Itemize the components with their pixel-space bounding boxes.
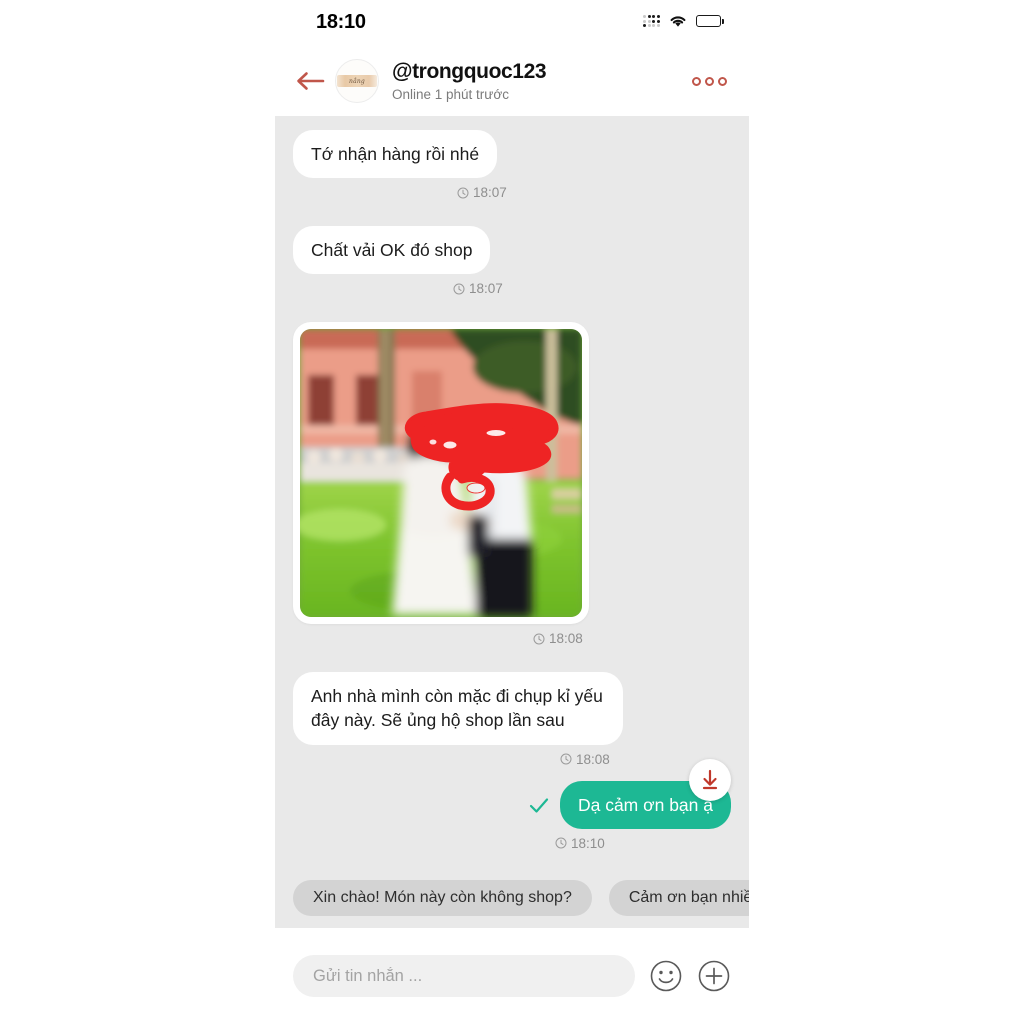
message-timestamp: 18:07 bbox=[275, 281, 749, 296]
quick-reply-bar[interactable]: Xin chào! Món này còn không shop? Cảm ơn… bbox=[275, 880, 749, 928]
avatar-text: nắng bbox=[349, 77, 365, 85]
back-arrow-icon[interactable] bbox=[293, 66, 327, 96]
message-row-incoming: Tớ nhận hàng rồi nhé bbox=[275, 130, 749, 179]
plus-circle-icon[interactable] bbox=[697, 959, 731, 993]
timestamp-text: 18:10 bbox=[571, 835, 605, 851]
header-text-block: @trongquoc123 Online 1 phút trước bbox=[392, 60, 692, 102]
message-bubble[interactable]: Chất vải OK đó shop bbox=[293, 226, 491, 275]
chat-online-status: Online 1 phút trước bbox=[392, 87, 509, 103]
chat-username[interactable]: @trongquoc123 bbox=[392, 60, 692, 84]
timestamp-text: 18:08 bbox=[576, 751, 610, 767]
check-icon bbox=[528, 794, 550, 816]
quick-reply-chip[interactable]: Xin chào! Món này còn không shop? bbox=[293, 880, 592, 916]
message-bubble[interactable]: Tớ nhận hàng rồi nhé bbox=[293, 130, 498, 179]
message-composer bbox=[275, 928, 749, 1024]
avatar-band: nắng bbox=[337, 75, 377, 87]
timestamp-text: 18:08 bbox=[549, 631, 583, 647]
message-input[interactable] bbox=[313, 966, 615, 986]
message-list[interactable]: Tớ nhận hàng rồi nhé 18:07 Chất vải OK đ… bbox=[275, 116, 749, 928]
message-photo[interactable] bbox=[300, 329, 582, 618]
message-row-incoming: Chất vải OK đó shop bbox=[275, 226, 749, 275]
emoji-smiley-icon[interactable] bbox=[649, 959, 683, 993]
status-bar-time: 18:10 bbox=[316, 11, 366, 33]
clock-icon bbox=[555, 837, 567, 849]
phone-screen: 18:10 nắng @trongquoc123 Online 1 phút t… bbox=[275, 0, 749, 1024]
message-bubble[interactable]: Anh nhà mình còn mặc đi chụp kỉ yếu đây … bbox=[293, 672, 623, 745]
photo-content bbox=[300, 329, 582, 618]
message-timestamp: 18:08 bbox=[275, 631, 749, 646]
message-timestamp: 18:08 bbox=[275, 752, 749, 767]
message-timestamp: 18:10 bbox=[275, 836, 749, 851]
battery-icon bbox=[696, 15, 724, 27]
more-options-icon[interactable] bbox=[692, 76, 727, 86]
quick-reply-chip[interactable]: Cảm ơn bạn nhiều n bbox=[608, 880, 749, 916]
download-icon[interactable] bbox=[689, 758, 731, 801]
clock-icon bbox=[533, 633, 545, 645]
chat-header: nắng @trongquoc123 Online 1 phút trước bbox=[275, 46, 749, 116]
avatar[interactable]: nắng bbox=[335, 59, 379, 103]
timestamp-text: 18:07 bbox=[473, 185, 507, 201]
wifi-icon bbox=[669, 14, 687, 28]
signal-bars-icon bbox=[643, 14, 660, 28]
message-input-wrapper[interactable] bbox=[293, 955, 635, 997]
clock-icon bbox=[453, 283, 465, 295]
message-row-outgoing: Dạ cảm ơn bạn ạ bbox=[275, 758, 749, 829]
message-row-incoming-image bbox=[275, 322, 749, 625]
clock-icon bbox=[560, 753, 572, 765]
message-row-incoming: Anh nhà mình còn mặc đi chụp kỉ yếu đây … bbox=[275, 672, 749, 745]
image-message-bubble[interactable] bbox=[293, 322, 589, 625]
status-bar: 18:10 bbox=[275, 0, 749, 46]
message-timestamp: 18:07 bbox=[275, 185, 749, 200]
status-bar-icons bbox=[643, 14, 724, 28]
clock-icon bbox=[457, 187, 469, 199]
timestamp-text: 18:07 bbox=[469, 281, 503, 297]
